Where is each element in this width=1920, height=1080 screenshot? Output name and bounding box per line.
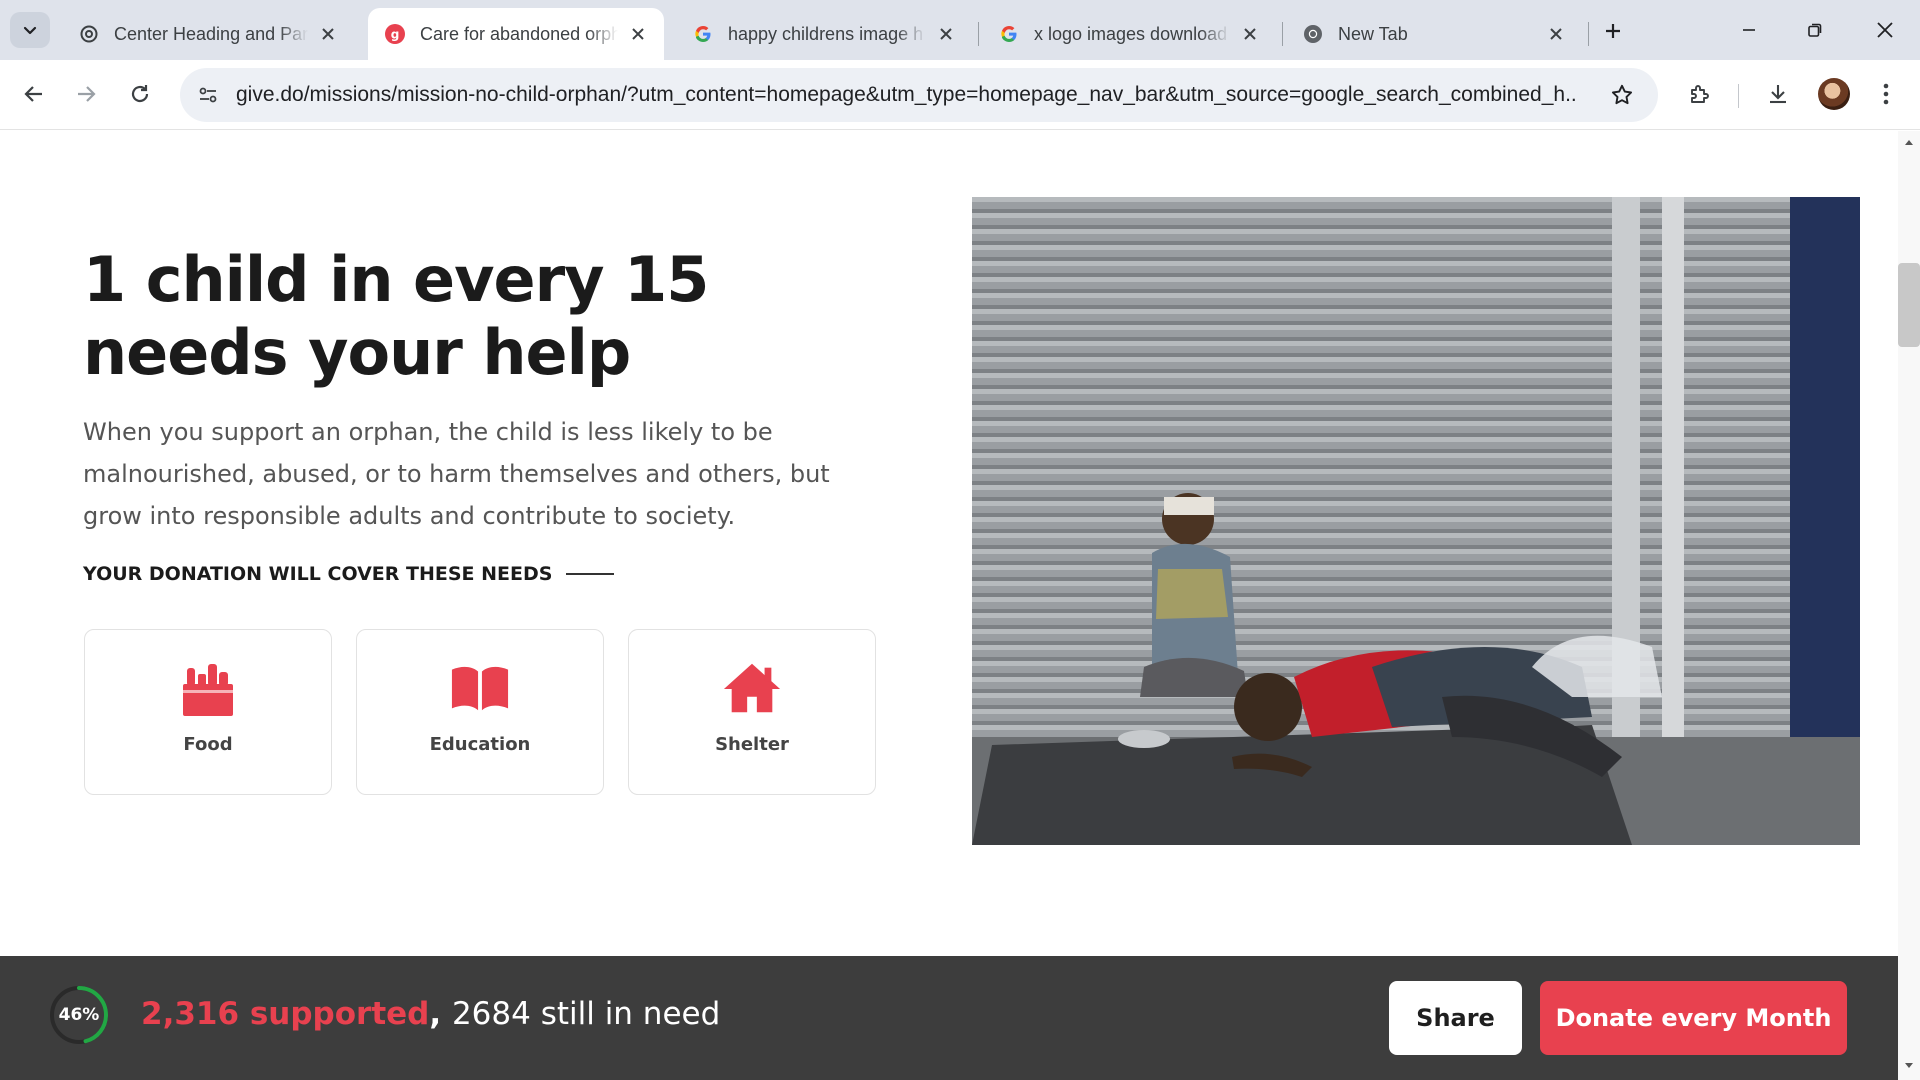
bookmark-star-icon[interactable]: [1606, 79, 1638, 111]
plus-icon: [1606, 24, 1620, 38]
need-card-food: Food: [84, 629, 332, 795]
close-tab-icon[interactable]: [1544, 22, 1568, 46]
givedo-icon: g: [384, 23, 406, 45]
chevron-down-icon: [23, 26, 37, 35]
forward-button[interactable]: [66, 74, 106, 114]
close-tab-icon[interactable]: [934, 22, 958, 46]
page-headline: 1 child in every 15 needs your help: [83, 243, 709, 389]
toolbar-divider: [1738, 84, 1739, 108]
more-vert-icon: [1883, 83, 1889, 105]
need-label: Food: [183, 734, 233, 755]
close-icon: [1877, 22, 1893, 38]
need-label: Education: [429, 734, 531, 755]
chrome-icon: [1302, 23, 1324, 45]
download-icon: [1770, 85, 1786, 104]
close-tab-icon[interactable]: [1238, 22, 1262, 46]
back-button[interactable]: [14, 74, 54, 114]
tab-x-logo[interactable]: x logo images download: [982, 8, 1276, 60]
donation-footer-bar: 46% 2,316 supported, 2684 still in need …: [0, 956, 1898, 1080]
minimize-icon: [1743, 29, 1755, 31]
progress-percent: 46%: [58, 1005, 100, 1025]
address-bar[interactable]: give.do/missions/mission-no-child-orphan…: [180, 68, 1658, 122]
tab-title: Care for abandoned orph: [420, 23, 618, 44]
puzzle-icon: [1691, 85, 1709, 103]
arrow-left-icon: [24, 86, 42, 102]
tab-new-tab[interactable]: New Tab: [1286, 8, 1582, 60]
google-icon: [692, 23, 714, 45]
browser-toolbar: give.do/missions/mission-no-child-orphan…: [0, 60, 1920, 130]
tab-title: happy childrens image h: [728, 23, 924, 44]
google-icon: [998, 23, 1020, 45]
close-tab-icon[interactable]: [626, 22, 650, 46]
tab-title: x logo images download: [1034, 23, 1228, 44]
scroll-up-icon[interactable]: [1903, 136, 1915, 148]
need-card-shelter: Shelter: [628, 629, 876, 795]
site-info-icon[interactable]: [188, 75, 228, 115]
browser-tab-strip: Center Heading and Para g Care for aband…: [0, 0, 1920, 60]
stat-separator: ,: [429, 996, 442, 1032]
close-tab-icon[interactable]: [316, 22, 340, 46]
mission-description: When you support an orphan, the child is…: [83, 418, 830, 530]
tab-search-button[interactable]: [10, 12, 50, 48]
supported-count: 2,316 supported: [141, 996, 430, 1032]
still-in-need-count: 2684 still in need: [451, 996, 721, 1032]
progress-ring: 46%: [48, 984, 110, 1046]
tab-separator: [978, 22, 979, 46]
tab-title: New Tab: [1338, 23, 1408, 44]
needs-heading-text: YOUR DONATION WILL COVER THESE NEEDS: [83, 563, 553, 585]
mission-photo: [972, 197, 1860, 845]
grocery-bag-icon: [178, 660, 238, 716]
url-text[interactable]: give.do/missions/mission-no-child-orphan…: [236, 83, 1576, 107]
donate-every-month-button[interactable]: Donate every Month: [1540, 981, 1847, 1055]
need-label: Shelter: [715, 734, 789, 755]
tab-title: Center Heading and Para: [114, 23, 308, 44]
minimize-button[interactable]: [1726, 10, 1772, 50]
house-icon: [722, 660, 782, 716]
close-window-button[interactable]: [1862, 10, 1908, 50]
share-button[interactable]: Share: [1389, 981, 1522, 1055]
browser-menu-button[interactable]: [1866, 74, 1906, 114]
need-card-education: Education: [356, 629, 604, 795]
heading-rule: [566, 573, 615, 575]
downloads-button[interactable]: [1758, 74, 1798, 114]
needs-section-heading: YOUR DONATION WILL COVER THESE NEEDS: [83, 563, 615, 585]
page-content: 1 child in every 15 needs your help When…: [0, 131, 1898, 956]
tab-care-for-abandoned[interactable]: g Care for abandoned orph: [368, 8, 664, 60]
restore-icon: [1808, 23, 1822, 37]
openai-icon: [78, 23, 100, 45]
open-book-icon: [450, 660, 510, 716]
tab-happy-childrens[interactable]: happy childrens image h: [676, 8, 972, 60]
arrow-right-icon: [78, 86, 96, 102]
svg-text:g: g: [391, 28, 400, 42]
new-tab-button[interactable]: [1596, 14, 1630, 48]
extensions-button[interactable]: [1680, 74, 1720, 114]
reload-icon: [131, 85, 149, 103]
profile-avatar[interactable]: [1818, 78, 1850, 110]
support-stats: 2,316 supported, 2684 still in need: [141, 996, 720, 1032]
tab-separator: [1588, 22, 1589, 46]
scrollbar-thumb[interactable]: [1898, 263, 1920, 347]
reload-button[interactable]: [120, 74, 160, 114]
scroll-down-icon[interactable]: [1903, 1060, 1915, 1072]
restore-button[interactable]: [1792, 10, 1838, 50]
tab-center-heading[interactable]: Center Heading and Para: [62, 8, 354, 60]
tab-separator: [1282, 22, 1283, 46]
